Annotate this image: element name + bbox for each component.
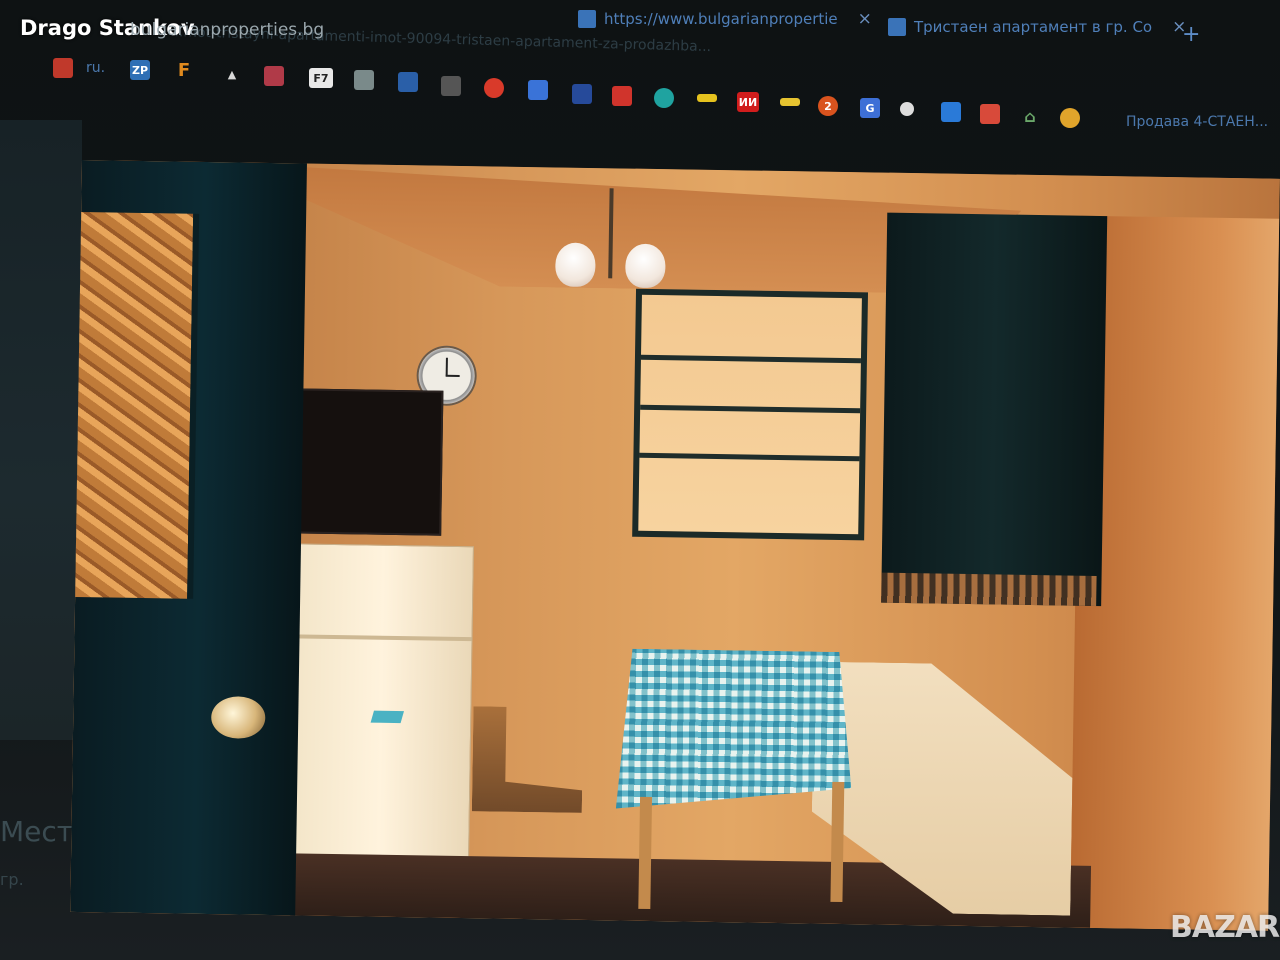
bookmark-icon[interactable] [264,66,284,86]
table-leg [638,796,653,910]
open-door [70,160,307,916]
drone-icon[interactable] [354,70,374,90]
tab-bulgarianproperties[interactable]: https://www.bulgarianpropertie × [578,4,872,34]
tab-title: https://www.bulgarianpropertie [604,10,838,28]
zp-icon[interactable]: ZP [130,60,150,80]
site-favicon-icon [888,18,906,36]
page-left-panel [0,120,82,740]
bookmark-prodava[interactable]: Продава 4-СТАЕН... [1126,114,1268,130]
television [291,388,444,536]
red-circle-icon[interactable] [484,78,504,98]
arrow-icon[interactable] [528,80,548,100]
f7-icon[interactable]: F7 [309,68,333,88]
bookmark-ru[interactable]: ru. [86,60,105,76]
fridge-split [293,634,472,642]
bag-icon[interactable] [980,104,1000,124]
clapper-icon[interactable] [398,72,418,92]
window-bar [640,404,861,414]
bookmarks-bar: ru. ZP F ▲ F7 ИИ 2 G ⌂ Продава 4-СТАЕН..… [0,52,1280,130]
curtain [881,212,1108,607]
close-tab-icon[interactable]: × [858,9,872,29]
table-with-checkered-cloth [616,648,853,812]
table-leg [830,781,845,903]
camera-icon[interactable] [441,76,461,96]
listing-photo [70,160,1280,931]
yellow-tag-icon[interactable] [780,98,800,106]
tab-title: Тристаен апартамент в гр. Со [914,18,1153,36]
lamp-globe [555,242,596,288]
door-knob [210,696,266,739]
im-icon[interactable]: ИИ [737,92,759,112]
window [632,288,869,541]
yellow-bar-icon[interactable] [697,94,717,102]
window-bar [640,354,861,364]
triangle-icon[interactable]: ▲ [222,64,242,84]
page-left-sub: гр. [0,870,24,889]
google-icon[interactable]: G [860,98,880,118]
home-icon[interactable]: ⌂ [1020,106,1040,126]
tab-tristaen-apartament[interactable]: Тристаен апартамент в гр. Со × [888,12,1186,42]
chandelier [550,187,672,309]
two-icon[interactable]: 2 [818,96,838,116]
site-favicon-icon [578,10,596,28]
site-name-ghost: bulgarianproperties.bg [130,20,325,40]
f-icon[interactable]: F [174,60,194,81]
grid-icon[interactable] [941,102,961,122]
popcorn-icon[interactable] [53,58,73,78]
monitor-screen: https://www.bulgarianpropertie × Тристае… [0,0,1280,960]
chrome-icon[interactable] [1060,108,1080,128]
red-building-icon[interactable] [612,86,632,106]
lamp-globe [625,243,666,289]
fridge-logo [370,710,404,724]
new-tab-button[interactable]: + [1182,22,1200,47]
square-icon[interactable] [572,84,592,104]
circle-icon[interactable] [900,102,914,116]
window-bar [639,452,860,462]
curtain-fringe [881,572,1097,606]
door-glass [75,211,200,599]
teal-circle-icon[interactable] [654,88,674,108]
chandelier-stem [608,188,614,279]
bazar-logo: BAZAR [1170,910,1280,945]
